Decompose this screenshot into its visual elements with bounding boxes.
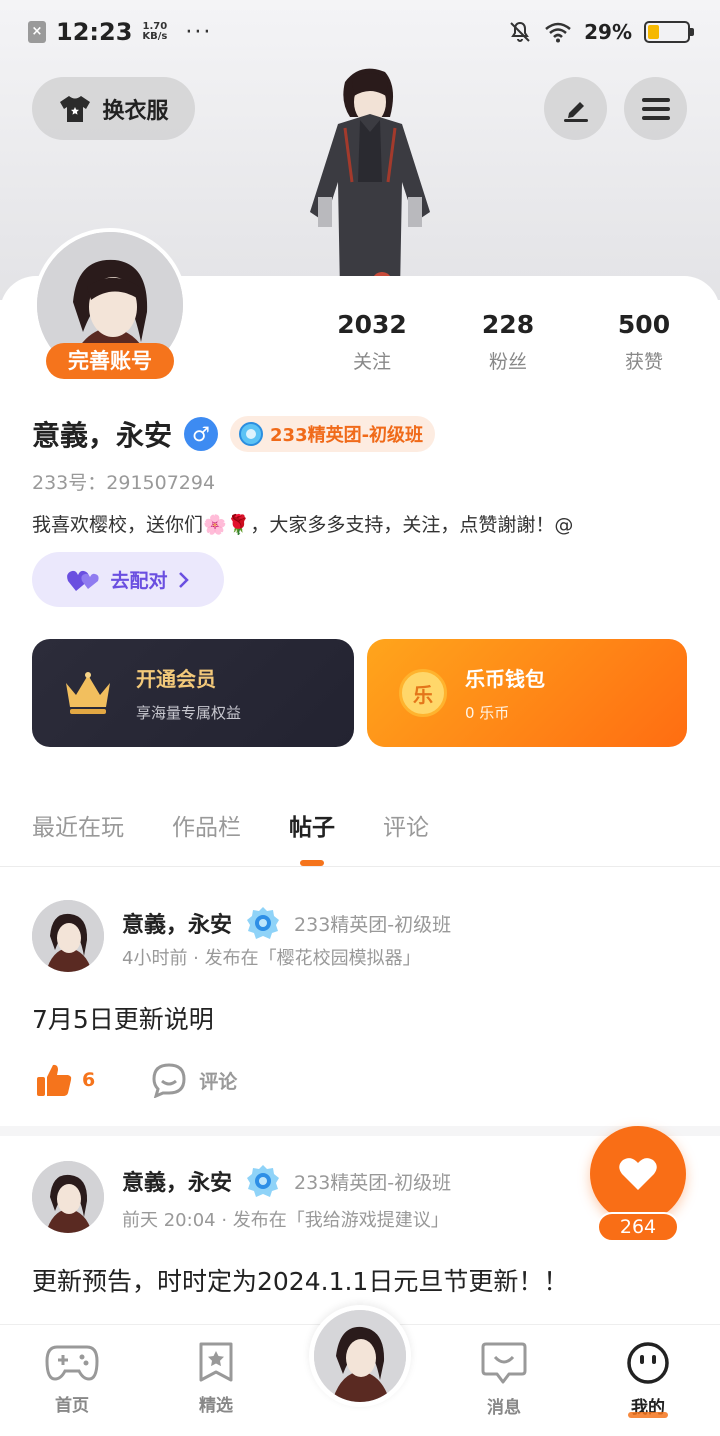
hamburger-menu-icon (641, 97, 670, 120)
user-id[interactable]: 233号：291507294 (32, 468, 215, 495)
nav-featured[interactable]: 精选 (171, 1341, 261, 1416)
like-button[interactable]: 6 (36, 1063, 95, 1097)
edit-profile-button[interactable] (544, 77, 607, 140)
post-author-avatar[interactable] (32, 900, 104, 972)
pair-label: 去配对 (110, 570, 168, 592)
post-author-name[interactable]: 意義，永安 (122, 907, 232, 939)
heart-icon (619, 1158, 657, 1190)
battery-percent: 29% (584, 20, 632, 44)
pen-icon (563, 101, 588, 122)
pair-button[interactable]: 去配对 (32, 552, 224, 607)
post-title[interactable]: 更新预告，时时定为2024.1.1日元旦节更新！！ (32, 1262, 568, 1298)
nav-home-label: 首页 (55, 1396, 89, 1416)
tab-works[interactable]: 作品栏 (172, 808, 241, 842)
following-count: 2032 (337, 310, 407, 339)
following-stat[interactable]: 2032 关注 (322, 310, 422, 374)
chevron-right-icon (178, 571, 189, 588)
comment-bubble-icon (152, 1063, 186, 1098)
nav-avatar (314, 1310, 406, 1402)
rank-badge-label: 233精英团-初级班 (270, 425, 424, 446)
post-author-avatar[interactable] (32, 1161, 104, 1233)
followers-stat[interactable]: 228 粉丝 (458, 310, 558, 374)
comment-button[interactable]: 评论 (151, 1062, 237, 1098)
following-label: 关注 (352, 351, 391, 373)
tshirt-icon (60, 95, 91, 122)
post-author-row: 意義，永安 233精英团-初级班 (122, 1164, 451, 1198)
bottom-navigation: 首页 精选 消息 我的 (0, 1305, 720, 1436)
floating-like-count: 264 (597, 1212, 679, 1242)
no-sim-icon: × (28, 21, 46, 43)
likes-count: 500 (617, 310, 671, 339)
status-bar: × 12:23 1.70 KB/s ··· 29% (28, 14, 694, 50)
avatar-character-figure[interactable] (290, 62, 450, 292)
followers-label: 粉丝 (488, 351, 527, 373)
vip-subtitle: 享海量专属权益 (136, 704, 242, 722)
comment-label: 评论 (199, 1070, 238, 1093)
likes-stat[interactable]: 500 获赞 (594, 310, 694, 374)
likes-label: 获赞 (624, 351, 663, 373)
message-icon (481, 1342, 527, 1384)
author-portrait (32, 1161, 104, 1233)
post-item[interactable]: 意義，永安 233精英团-初级班 4小时前 · 发布在「樱花校园模拟器」 7月5… (0, 868, 720, 1126)
more-notifications-icon: ··· (185, 19, 213, 45)
floating-like-button[interactable] (590, 1126, 686, 1222)
nav-messages[interactable]: 消息 (459, 1341, 549, 1418)
followers-count: 228 (481, 310, 535, 339)
rank-medal-icon (247, 907, 280, 939)
vip-membership-card[interactable]: 开通会员 享海量专属权益 (32, 639, 354, 747)
nav-active-indicator (628, 1412, 668, 1418)
nav-featured-label: 精选 (199, 1396, 233, 1416)
rank-medal-icon (247, 1165, 280, 1197)
star-bookmark-icon (199, 1342, 233, 1382)
change-outfit-button[interactable]: 换衣服 (32, 77, 195, 140)
change-outfit-label: 换衣服 (102, 98, 169, 124)
rank-badge[interactable]: 233精英团-初级班 (230, 416, 436, 452)
tab-posts[interactable]: 帖子 (289, 808, 335, 842)
tab-comments[interactable]: 评论 (383, 808, 429, 842)
wallet-balance: 0 乐币 (465, 704, 510, 722)
username-row: 意義，永安 ♂ 233精英团-初级班 (32, 414, 436, 454)
smiley-icon (627, 1342, 669, 1384)
gamepad-icon (45, 1345, 99, 1381)
post-author-name[interactable]: 意義，永安 (122, 1165, 232, 1197)
rank-medal-icon (239, 422, 264, 446)
nav-messages-label: 消息 (487, 1398, 521, 1418)
battery-level (648, 25, 660, 39)
post-meta[interactable]: 4小时前 · 发布在「樱花校园模拟器」 (122, 944, 421, 970)
status-time: 12:23 (56, 18, 133, 46)
nav-avatar-portrait (314, 1310, 406, 1402)
post-title[interactable]: 7月5日更新说明 (32, 1000, 214, 1036)
nav-home[interactable]: 首页 (27, 1341, 117, 1416)
coin-icon: 乐 (399, 669, 447, 717)
tab-recently-played[interactable]: 最近在玩 (32, 808, 124, 842)
menu-button[interactable] (624, 77, 687, 140)
profile-tabs: 最近在玩 作品栏 帖子 评论 (32, 808, 429, 842)
complete-account-button[interactable]: 完善账号 (46, 343, 174, 379)
nav-mine[interactable]: 我的 (603, 1341, 693, 1418)
post-author-rank: 233精英团-初级班 (294, 913, 452, 936)
post-meta[interactable]: 前天 20:04 · 发布在「我给游戏提建议」 (122, 1206, 449, 1232)
net-speed: 1.70 KB/s (142, 21, 168, 42)
post-author-rank: 233精英团-初级班 (294, 1171, 452, 1194)
author-portrait (32, 900, 104, 972)
male-gender-icon: ♂ (184, 417, 219, 451)
wallet-title: 乐币钱包 (465, 667, 545, 691)
nav-avatar-button[interactable] (309, 1305, 411, 1407)
post-actions: 6 评论 (36, 1062, 237, 1098)
coin-wallet-card[interactable]: 乐 乐币钱包 0 乐币 (367, 639, 687, 747)
bell-off-icon (510, 21, 530, 42)
profile-username: 意義，永安 (32, 419, 173, 452)
double-heart-icon (67, 570, 100, 591)
battery-icon (644, 21, 694, 43)
vip-title: 开通会员 (136, 667, 216, 691)
thumbs-up-icon (37, 1064, 72, 1096)
wifi-icon (545, 22, 571, 43)
like-count: 6 (82, 1069, 96, 1091)
profile-bio: 我喜欢樱校，送你们🌸🌹，大家多多支持，关注，点赞謝謝！@ (32, 514, 574, 536)
post-author-row: 意義，永安 233精英团-初级班 (122, 906, 451, 940)
crown-icon (66, 672, 110, 714)
tabs-divider (0, 866, 720, 867)
